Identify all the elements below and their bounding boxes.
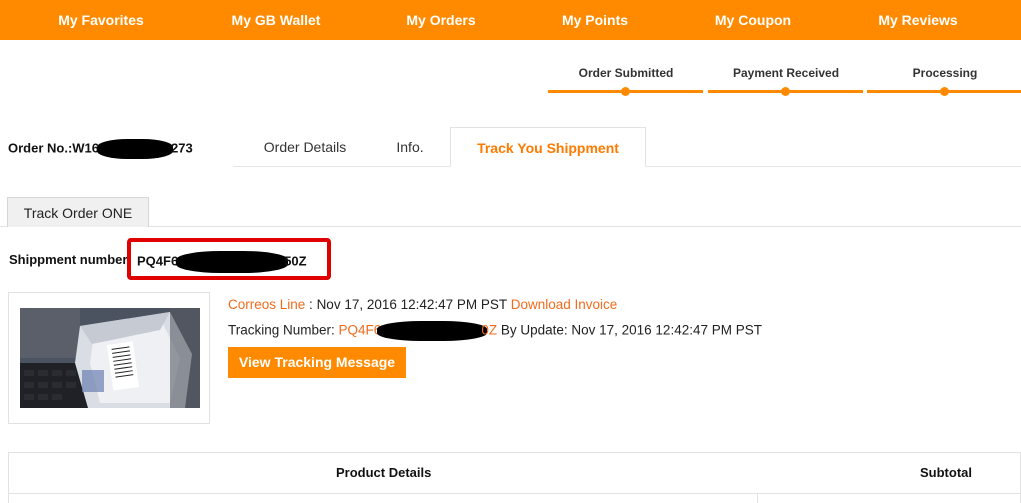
redaction-mask — [176, 251, 289, 273]
step-dot-1 — [621, 87, 630, 96]
shipment-number-suffix: 50Z — [284, 253, 307, 269]
header-subtotal: Subtotal — [920, 465, 972, 480]
order-number-prefix: Order No.:W16 — [8, 140, 100, 156]
nav-my-favorites[interactable]: My Favorites — [30, 0, 172, 40]
shipment-number-prefix: PQ4F6 — [137, 253, 179, 269]
order-number: Order No.:W16 273 — [8, 139, 193, 159]
step-processing: Processing — [912, 66, 978, 80]
tab-track-shipment[interactable]: Track You Shippment — [450, 127, 646, 167]
tab-track-order-one[interactable]: Track Order ONE — [7, 197, 149, 227]
view-tracking-message-button[interactable]: View Tracking Message — [228, 347, 406, 378]
product-table: Product Details Subtotal — [8, 452, 1021, 503]
package-photo-illustration — [20, 308, 200, 408]
table-column-divider — [757, 493, 758, 503]
step-order-submitted: Order Submitted — [578, 66, 674, 80]
tab-info[interactable]: Info. — [370, 127, 450, 167]
package-thumbnail-frame — [8, 292, 210, 424]
redaction-mask — [97, 139, 174, 159]
tracking-update: By Update: Nov 17, 2016 12:42:47 PM PST — [497, 322, 762, 338]
tab-order-details[interactable]: Order Details — [250, 127, 360, 167]
tracking-line: Tracking Number: PQ4F6 0Z By Update: Nov … — [228, 321, 762, 341]
nav-my-gb-wallet[interactable]: My GB Wallet — [205, 0, 347, 40]
redaction-mask — [377, 321, 488, 341]
header-product-details: Product Details — [336, 465, 432, 480]
step-dot-2 — [781, 87, 790, 96]
top-nav: My Favorites My GB Wallet My Orders My P… — [0, 0, 1021, 40]
step-dot-3 — [940, 87, 949, 96]
table-divider — [9, 493, 1020, 494]
carrier-separator: : — [305, 297, 317, 312]
carrier-name[interactable]: Correos Line — [228, 297, 305, 312]
nav-my-orders[interactable]: My Orders — [370, 0, 512, 40]
tracking-number-suffix[interactable]: 0Z — [481, 323, 497, 338]
nav-my-reviews[interactable]: My Reviews — [847, 0, 989, 40]
nav-my-points[interactable]: My Points — [524, 0, 666, 40]
step-payment-received: Payment Received — [732, 66, 840, 80]
download-invoice-link[interactable]: Download Invoice — [511, 297, 618, 312]
order-number-suffix: 273 — [171, 140, 193, 156]
carrier-line: Correos Line : Nov 17, 2016 12:42:47 PM … — [228, 297, 617, 312]
tracking-number-prefix[interactable]: PQ4F6 — [339, 323, 382, 338]
carrier-date: Nov 17, 2016 12:42:47 PM PST — [316, 297, 507, 312]
subtab-underline — [0, 226, 1021, 227]
nav-my-coupon[interactable]: My Coupon — [682, 0, 824, 40]
package-photo — [20, 308, 200, 408]
tracking-label: Tracking Number: — [228, 322, 339, 338]
shipment-number-highlight: PQ4F6 50Z — [127, 238, 331, 280]
shipment-number-label: Shippment number — [9, 252, 128, 267]
